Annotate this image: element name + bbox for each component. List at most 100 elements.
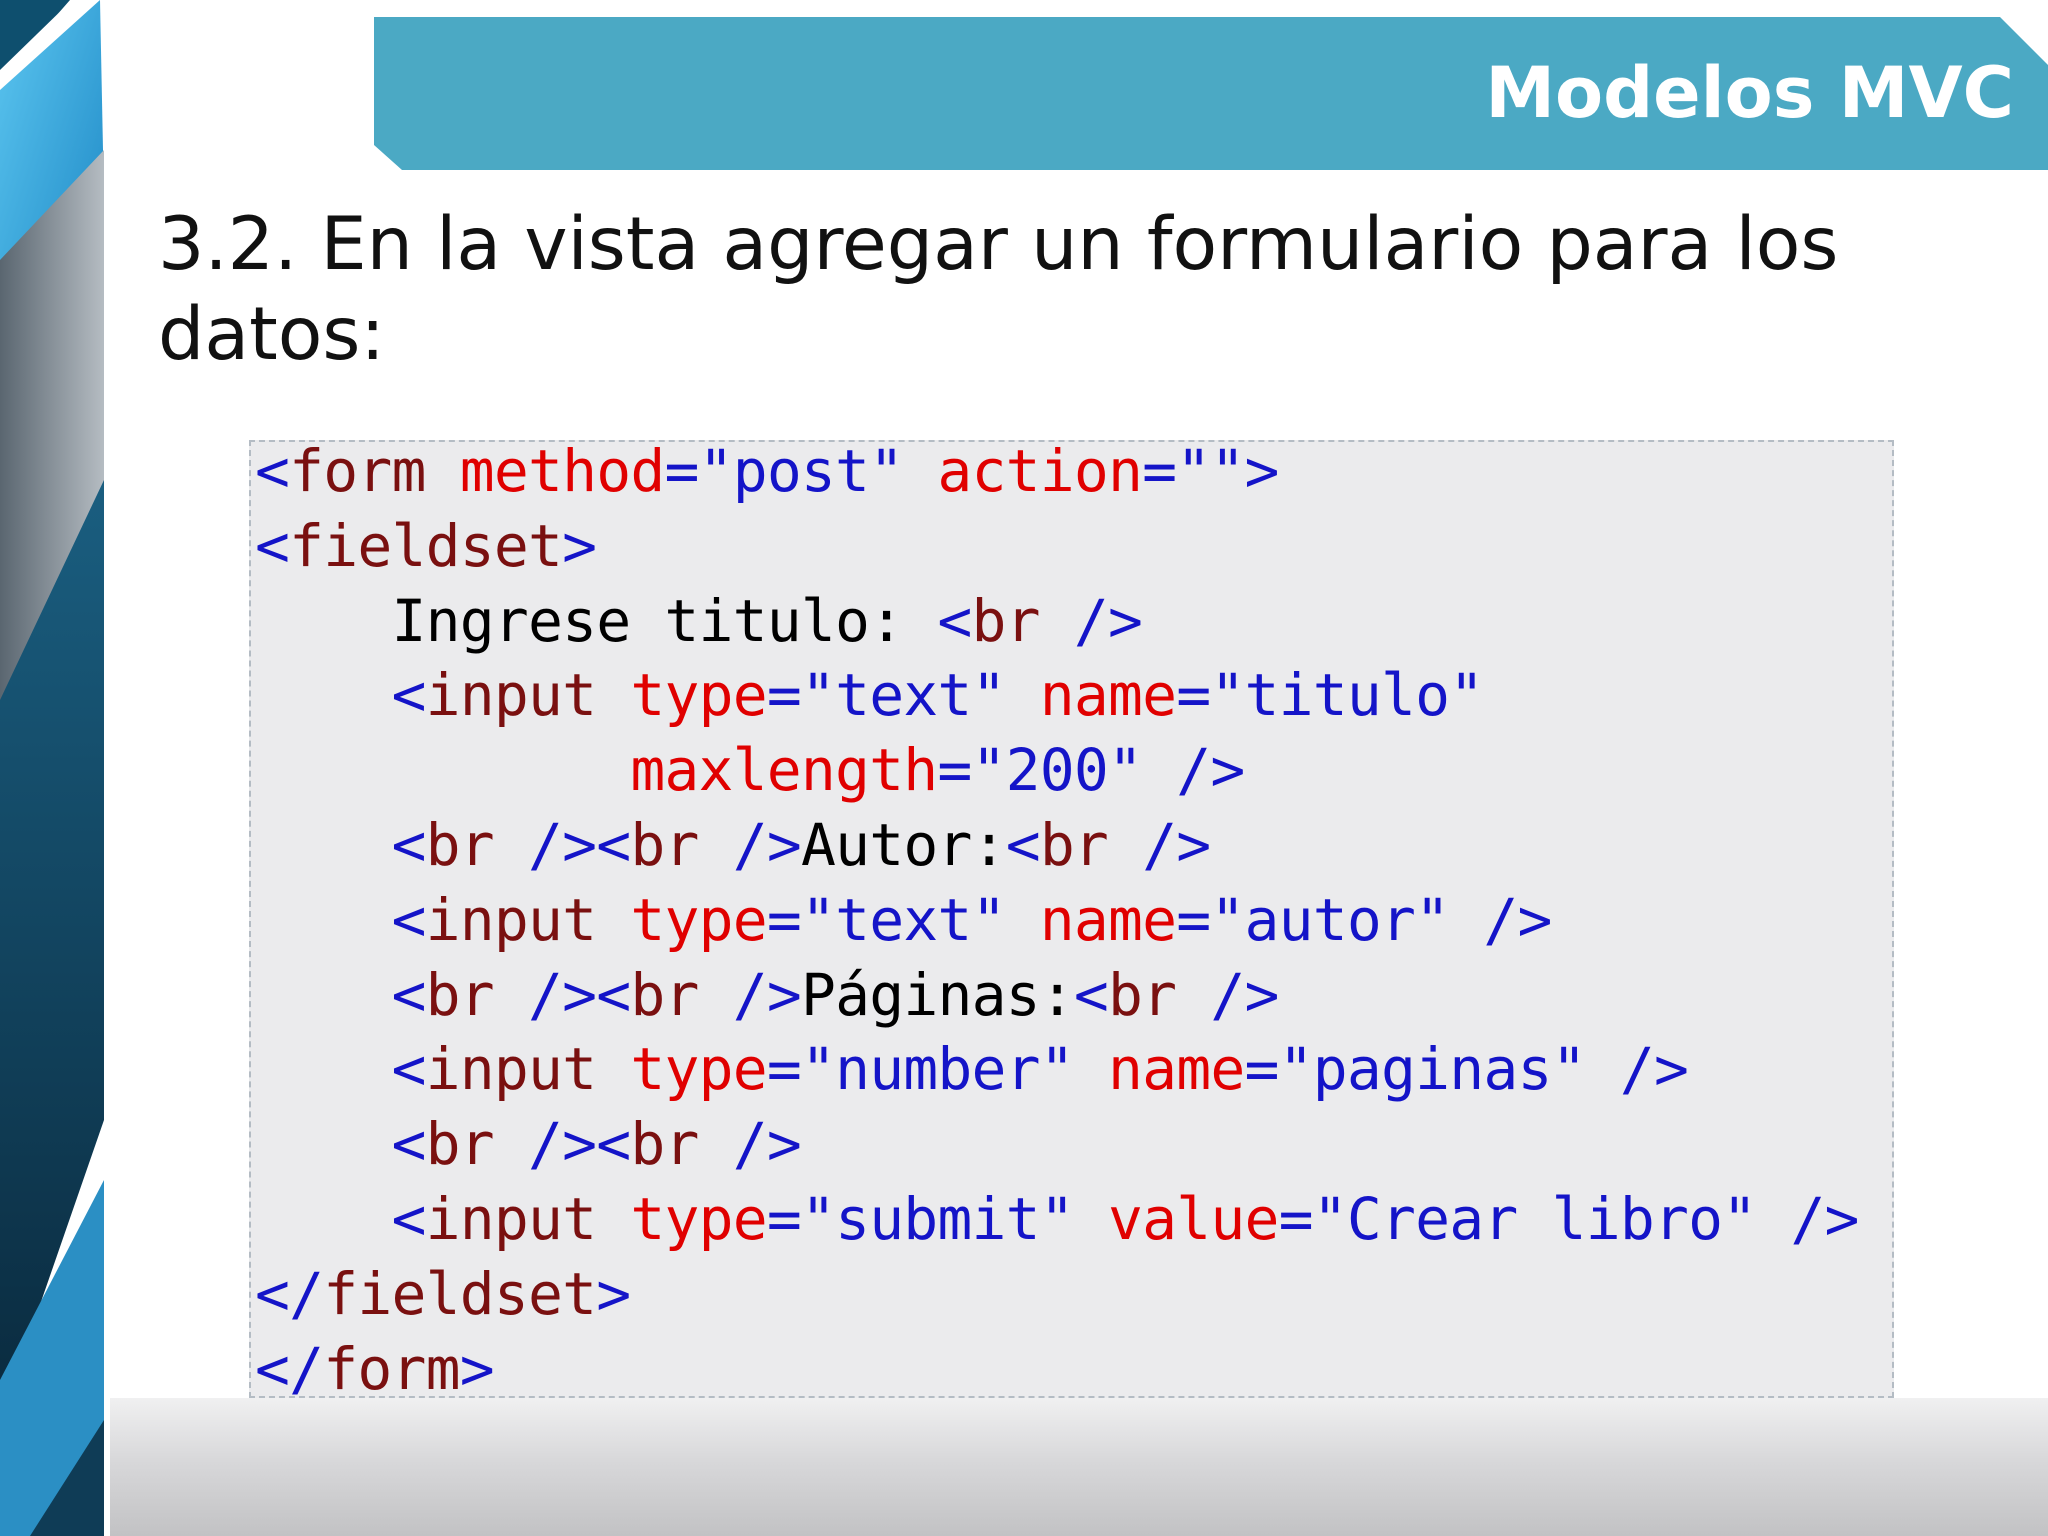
code-token: br: [630, 810, 699, 879]
code-token: =: [766, 661, 802, 730]
code-line: <form method="post" action="">: [255, 434, 1892, 509]
code-line: maxlength="200" />: [255, 733, 1892, 808]
code-token: br: [425, 960, 495, 1029]
code-token: >: [562, 511, 597, 580]
code-token: name: [1108, 1035, 1245, 1104]
code-token: <: [1073, 960, 1109, 1029]
slide-heading: 3.2. En la vista agregar un formulario p…: [158, 202, 1839, 377]
code-line: </fieldset>: [255, 1257, 1892, 1332]
code-token: "titulo": [1210, 661, 1484, 730]
code-token: >: [459, 1334, 495, 1403]
code-token: <: [391, 960, 426, 1029]
code-token: />: [1210, 960, 1279, 1029]
code-token: br: [630, 960, 699, 1029]
code-token: type: [630, 1035, 767, 1104]
code-line: <input type="number" name="paginas" />: [255, 1032, 1892, 1107]
code-token: "autor": [1210, 885, 1450, 954]
code-token: />: [732, 810, 802, 879]
code-token: =: [1176, 661, 1211, 730]
left-decorative-stripes: [0, 0, 110, 1536]
code-token: >: [596, 1259, 631, 1328]
code-token: />: [1619, 1035, 1689, 1104]
code-token: Autor:: [800, 810, 1007, 879]
code-block: <form method="post" action=""> <fieldset>…: [249, 437, 1894, 1403]
code-token: maxlength: [630, 736, 938, 805]
code-token: br: [1039, 810, 1109, 879]
code-token: type: [630, 885, 767, 954]
code-token: />: [732, 960, 802, 1029]
code-token: =: [1244, 1035, 1280, 1104]
code-token: =: [664, 437, 699, 505]
code-token: Páginas:: [800, 960, 1075, 1029]
code-token: =: [766, 1184, 802, 1253]
code-token: <: [255, 511, 290, 580]
code-token: input: [425, 1184, 597, 1253]
code-token: /><: [527, 810, 631, 879]
code-token: <: [391, 661, 426, 730]
code-token: br: [1108, 960, 1177, 1029]
code-token: <: [1005, 810, 1041, 879]
code-token: input: [425, 661, 597, 730]
code-token: fieldset: [289, 511, 563, 580]
code-token: "": [1176, 437, 1245, 505]
code-token: "text": [800, 661, 1007, 730]
code-token: br: [425, 1110, 495, 1179]
code-token: fieldset: [323, 1259, 597, 1328]
code-token: <: [391, 810, 426, 879]
bottom-band: [0, 1398, 2048, 1536]
code-token: form: [323, 1334, 460, 1403]
code-token: </: [255, 1334, 324, 1403]
code-line: Ingrese titulo: <br />: [255, 584, 1892, 659]
code-token: =: [766, 885, 802, 954]
code-line: <input type="submit" value="Crear libro"…: [255, 1182, 1892, 1257]
code-token: <: [255, 437, 290, 505]
code-token: "200": [971, 736, 1143, 805]
code-token: =: [937, 736, 972, 805]
code-token: method: [459, 437, 666, 505]
code-token: type: [630, 661, 767, 730]
code-token: "number": [800, 1035, 1075, 1104]
code-token: </: [255, 1259, 324, 1328]
code-token: =: [766, 1035, 802, 1104]
code-token: /><: [527, 1110, 631, 1179]
code-token: <: [391, 1110, 426, 1179]
code-token: "submit": [800, 1184, 1075, 1253]
code-token: action: [937, 437, 1143, 505]
code-line: <fieldset>: [255, 509, 1892, 584]
code-token: />: [732, 1110, 802, 1179]
slide-header-title: Modelos MVC: [1485, 52, 2014, 134]
code-token: />: [1142, 810, 1211, 879]
code-token: />: [1176, 736, 1245, 805]
code-token: "paginas": [1278, 1035, 1587, 1104]
code-token: form: [289, 437, 426, 505]
code-token: <: [391, 1035, 426, 1104]
code-line: <br /><br />Páginas:<br />: [255, 958, 1892, 1033]
code-token: Ingrese titulo:: [255, 586, 938, 655]
code-token: name: [1039, 885, 1177, 954]
code-token: type: [630, 1184, 767, 1253]
code-token: <: [391, 885, 426, 954]
